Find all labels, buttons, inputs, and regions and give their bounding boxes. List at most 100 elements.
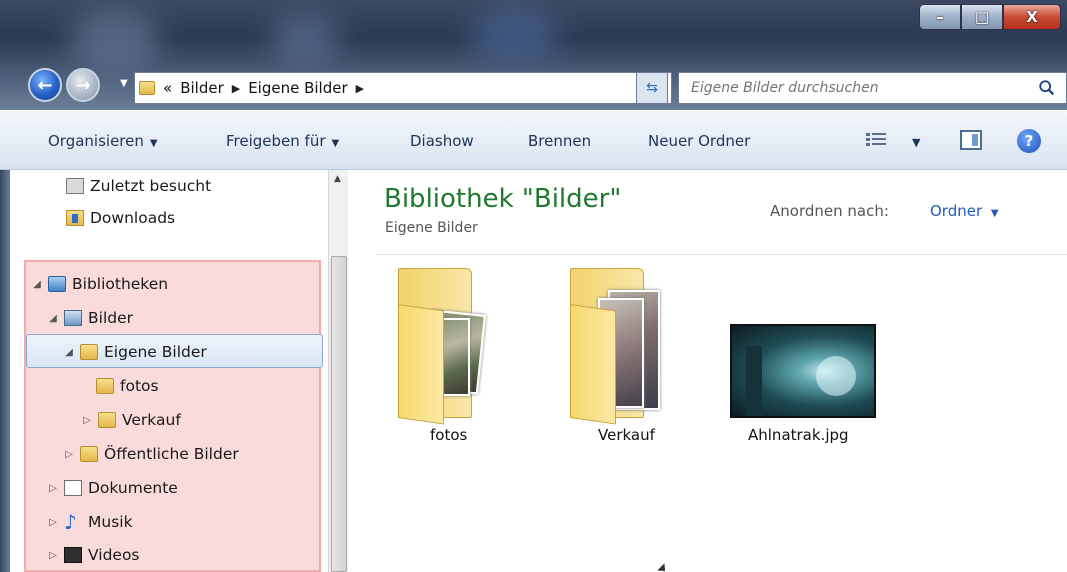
page-subtitle: Eigene Bilder [385,220,478,236]
window-frame [0,170,10,572]
sidebar-item-bilder[interactable]: ◢ Bilder [46,304,133,332]
sidebar-item-oeffentliche-bilder[interactable]: ▷ Öffentliche Bilder [62,440,239,468]
folder-front [570,304,616,425]
folder-icon [96,378,114,394]
refresh-button[interactable]: ⇆ [636,72,668,104]
expand-arrow-icon[interactable]: ▷ [80,415,94,426]
content-pane: Bibliothek "Bilder" Eigene Bilder Anordn… [348,170,1067,572]
help-icon[interactable]: ? [1017,129,1041,153]
view-options-icon[interactable] [866,132,886,148]
sidebar-item-libraries[interactable]: ◢ Bibliotheken [30,270,168,298]
forward-button[interactable]: → [66,68,100,102]
sidebar-item-downloads[interactable]: Downloads [62,204,175,232]
recent-places-icon [66,178,84,194]
close-icon: X [1026,8,1038,26]
folder-tile-verkauf[interactable] [570,268,670,425]
sidebar-item-videos[interactable]: ▷ Videos [46,541,140,569]
scrollbar-thumb[interactable] [331,256,347,572]
sidebar-item-dokumente[interactable]: ▷ Dokumente [46,474,178,502]
folder-label[interactable]: Verkauf [598,426,655,444]
sidebar-item-label: Downloads [90,209,176,227]
back-arrow-icon: ← [37,74,53,96]
sidebar-item-fotos[interactable]: fotos [92,372,159,400]
libraries-icon [48,276,66,292]
sidebar-item-musik[interactable]: ▷ Musik [46,508,133,536]
folder-label[interactable]: fotos [430,426,467,444]
folder-icon [139,81,155,95]
arrange-by-dropdown[interactable]: Ordner ▼ [930,202,999,220]
share-label: Freigeben für [226,132,326,150]
sidebar-item-recent[interactable]: Zuletzt besucht [62,172,211,200]
sidebar-item-eigene-bilder[interactable]: ◢ Eigene Bilder [62,338,207,366]
arrange-by-label: Anordnen nach: [770,202,889,220]
folder-icon [80,446,98,462]
command-bar: Organisieren ▼ Freigeben für ▼ Diashow Bre… [0,110,1067,170]
new-folder-button[interactable]: Neuer Ordner [648,132,750,150]
expand-arrow-icon[interactable]: ▷ [46,517,60,528]
sidebar-item-label: Öffentliche Bilder [104,445,239,463]
burn-button[interactable]: Brennen [528,132,591,150]
breadcrumb-separator-icon[interactable]: ▶ [356,82,364,95]
downloads-icon [66,210,84,226]
sidebar-item-label: fotos [120,377,159,395]
expand-arrow-icon[interactable]: ▷ [46,483,60,494]
file-label[interactable]: Ahlnatrak.jpg [748,426,849,444]
sidebar-item-label: Verkauf [122,411,181,429]
search-input[interactable] [691,80,1011,96]
page-title: Bibliothek "Bilder" [384,184,622,214]
scroll-up-icon[interactable]: ▲ [334,174,341,184]
sidebar-item-label: Bibliotheken [72,275,169,293]
folder-icon [98,412,116,428]
chevron-down-icon: ▼ [990,208,999,219]
pictures-icon [64,310,82,326]
breadcrumb-bilder[interactable]: Bilder [180,79,224,97]
sidebar-scrollbar[interactable]: ▲ [328,170,348,572]
address-bar[interactable]: « Bilder ▶ Eigene Bilder ▶ ▼ [134,72,672,104]
divider [376,254,1067,255]
slideshow-button[interactable]: Diashow [410,132,474,150]
back-button[interactable]: ← [28,68,62,102]
expand-arrow-icon[interactable]: ◢ [30,279,44,290]
aero-background [70,10,160,70]
expand-arrow-icon[interactable]: ◢ [46,313,60,324]
image-thumbnail-ahlnatrak[interactable] [730,324,876,418]
expand-arrow-icon[interactable]: ▷ [46,550,60,561]
sidebar-item-label: Zuletzt besucht [90,177,212,195]
expand-arrow-icon[interactable]: ◢ [62,347,76,358]
documents-icon [64,480,82,496]
view-dropdown-icon[interactable]: ▼ [912,136,920,149]
chevron-down-icon: ▼ [149,138,158,149]
maximize-icon: □ [974,8,990,26]
breadcrumb-separator-icon[interactable]: ▶ [232,82,240,95]
videos-icon [64,547,82,563]
forward-arrow-icon: → [75,74,91,96]
minimize-icon: – [936,8,944,26]
navigation-row: ← → ▼ « Bilder ▶ Eigene Bilder ▶ ▼ ⇆ [22,64,1067,104]
sidebar-item-label: Videos [88,546,140,564]
expand-arrow-icon[interactable]: ▷ [62,449,76,460]
search-box[interactable] [678,72,1067,104]
organize-button[interactable]: Organisieren ▼ [48,132,158,150]
organize-label: Organisieren [48,132,144,150]
chevron-down-icon: ▼ [331,138,340,149]
arrange-value-label: Ordner [930,202,983,220]
breadcrumb-eigene-bilder[interactable]: Eigene Bilder [248,79,347,97]
sidebar-item-label: Dokumente [88,479,178,497]
sidebar-item-label: Musik [88,513,133,531]
close-button[interactable]: X [1003,4,1061,30]
folder-tile-fotos[interactable] [398,268,498,425]
search-icon[interactable] [1038,79,1056,97]
minimize-button[interactable]: – [919,4,961,30]
window-controls: – □ X [919,4,1061,34]
recent-pages-dropdown[interactable]: ▼ [120,78,130,92]
aero-background [270,14,340,64]
sidebar-item-label: Eigene Bilder [104,343,207,361]
maximize-button[interactable]: □ [961,4,1003,30]
share-button[interactable]: Freigeben für ▼ [226,132,339,150]
breadcrumb-overflow[interactable]: « [163,79,172,97]
folder-front [398,304,444,425]
preview-pane-icon[interactable] [960,130,982,150]
title-bar: – □ X ← → ▼ « Bilder ▶ Eigene Bilder ▶ ▼… [0,0,1067,110]
sidebar-item-verkauf[interactable]: ▷ Verkauf [80,406,181,434]
aero-background [470,8,560,63]
